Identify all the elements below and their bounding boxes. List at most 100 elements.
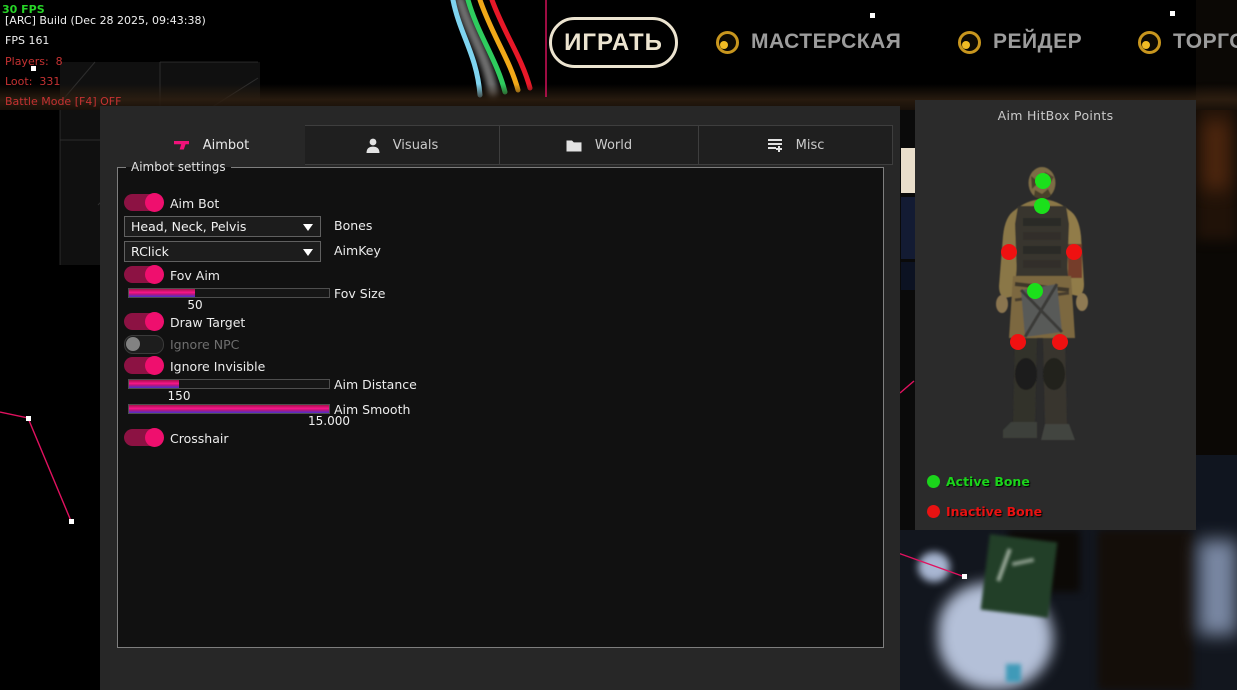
nav-item-raider[interactable]: РЕЙДЕР xyxy=(958,30,1082,54)
bone-point-left-thigh[interactable] xyxy=(1010,334,1026,350)
bg-blob xyxy=(1098,530,1193,690)
legend-inactive-bone: Inactive Bone xyxy=(927,504,1042,519)
bone-point-right-thigh[interactable] xyxy=(1052,334,1068,350)
bg-blob xyxy=(1203,120,1229,190)
slider-fill xyxy=(129,380,179,388)
tab-visuals[interactable]: Visuals xyxy=(305,125,500,165)
slider-value: 50 xyxy=(187,298,202,312)
select-label: AimKey xyxy=(334,243,381,258)
toggle-knob xyxy=(145,356,164,375)
toggle-knob xyxy=(145,193,164,212)
person-icon xyxy=(366,138,380,153)
nav-item-trade[interactable]: ТОРГО xyxy=(1138,30,1237,54)
tab-misc[interactable]: Misc xyxy=(699,125,893,165)
bg-blob xyxy=(1196,455,1237,690)
legend-label: Active Bone xyxy=(946,474,1030,489)
build-info: [ARC] Build (Dec 28 2025, 09:43:38) xyxy=(5,11,206,31)
fps-value: FPS 161 xyxy=(5,31,49,51)
toggle-label: Ignore Invisible xyxy=(170,359,265,374)
tab-bar: Aimbot Visuals World xyxy=(117,125,893,165)
bg-snow-blob xyxy=(918,552,950,582)
bone-point-right-shoulder[interactable] xyxy=(1066,244,1082,260)
tab-label: Visuals xyxy=(393,138,439,153)
slider-label: Aim Smooth xyxy=(334,402,410,417)
active-bone-dot xyxy=(927,475,940,488)
coin-icon xyxy=(1138,31,1161,54)
toggle-label: Ignore NPC xyxy=(170,337,239,352)
legend-label: Inactive Bone xyxy=(946,504,1042,519)
pistol-icon xyxy=(173,139,190,152)
settings-rows: Aim Bot Head, Neck, Pelvis Bones RClick … xyxy=(118,168,883,647)
coin-icon xyxy=(958,31,981,54)
bones-select[interactable]: Head, Neck, Pelvis xyxy=(124,216,321,237)
bg-blob xyxy=(901,197,915,259)
esp-marker xyxy=(1170,11,1175,16)
aim-bot-toggle[interactable] xyxy=(124,194,162,211)
tab-label: Aimbot xyxy=(203,138,249,153)
chevron-down-icon xyxy=(303,249,313,256)
tab-world[interactable]: World xyxy=(500,125,699,165)
bone-point-pelvis[interactable] xyxy=(1027,283,1043,299)
coin-icon xyxy=(716,31,739,54)
aim-distance-slider[interactable]: 150 xyxy=(128,379,330,389)
rainbow-neon xyxy=(453,0,530,95)
inactive-bone-dot xyxy=(927,505,940,518)
ignore-npc-toggle[interactable] xyxy=(124,335,164,354)
cheat-menu-panel: Aimbot Visuals World xyxy=(100,106,900,690)
bg-blob xyxy=(901,262,915,290)
chevron-down-icon xyxy=(303,224,313,231)
bone-point-head[interactable] xyxy=(1035,173,1051,189)
tab-label: Misc xyxy=(796,138,825,153)
play-button[interactable]: ИГРАТЬ xyxy=(549,17,678,68)
esp-marker xyxy=(870,13,875,18)
toggle-label: Aim Bot xyxy=(170,196,219,211)
esp-marker xyxy=(69,519,74,524)
slider-fill xyxy=(129,289,195,297)
fov-size-slider[interactable]: 50 xyxy=(128,288,330,298)
crosshair-toggle[interactable] xyxy=(124,429,162,446)
slider-fill xyxy=(129,405,329,413)
bg-snow-blob xyxy=(938,583,1053,690)
ignore-invisible-toggle[interactable] xyxy=(124,357,162,374)
slider-label: Fov Size xyxy=(334,286,385,301)
slider-value: 150 xyxy=(168,389,191,403)
bone-point-left-shoulder[interactable] xyxy=(1001,244,1017,260)
tab-aimbot[interactable]: Aimbot xyxy=(117,125,305,165)
toggle-knob xyxy=(126,337,140,351)
bg-sign-mark xyxy=(1012,558,1034,566)
aim-smooth-slider[interactable]: 15.000 xyxy=(128,404,330,414)
playlist-add-icon xyxy=(767,138,783,152)
nav-label: ТОРГО xyxy=(1173,30,1237,54)
esp-marker xyxy=(26,416,31,421)
draw-target-toggle[interactable] xyxy=(124,313,162,330)
nav-item-workshop[interactable]: МАСТЕРСКАЯ xyxy=(716,30,901,54)
bg-blob xyxy=(1196,95,1237,240)
game-screen: 30 FPS [ARC] Build (Dec 28 2025, 09:43:3… xyxy=(0,0,1237,690)
select-label: Bones xyxy=(334,218,372,233)
bg-blob xyxy=(1006,664,1021,682)
players-count: Players: 8 xyxy=(5,52,63,72)
hitbox-panel-title: Aim HitBox Points xyxy=(915,108,1196,123)
loot-count: Loot: 331 xyxy=(5,72,60,92)
aimbot-settings-group: Aimbot settings Aim Bot Head, Neck, Pelv… xyxy=(117,167,884,648)
folder-icon xyxy=(566,139,582,152)
toggle-knob xyxy=(145,265,164,284)
tab-label: World xyxy=(595,138,632,153)
slider-label: Aim Distance xyxy=(334,377,417,392)
bone-point-neck[interactable] xyxy=(1034,198,1050,214)
toggle-label: Draw Target xyxy=(170,315,245,330)
bg-blob xyxy=(901,148,915,193)
bg-sign-mark xyxy=(996,548,1011,581)
toggle-knob xyxy=(145,312,164,331)
bg-gap-strip xyxy=(900,106,915,690)
bg-blob xyxy=(1008,530,1080,592)
nav-label: РЕЙДЕР xyxy=(993,30,1082,54)
toggle-label: Fov Aim xyxy=(170,268,220,283)
toggle-label: Crosshair xyxy=(170,431,228,446)
bg-blob xyxy=(1198,540,1237,635)
fov-aim-toggle[interactable] xyxy=(124,266,162,283)
legend-active-bone: Active Bone xyxy=(927,474,1030,489)
bg-sign xyxy=(981,534,1058,618)
aimkey-select[interactable]: RClick xyxy=(124,241,321,262)
esp-marker xyxy=(962,574,967,579)
